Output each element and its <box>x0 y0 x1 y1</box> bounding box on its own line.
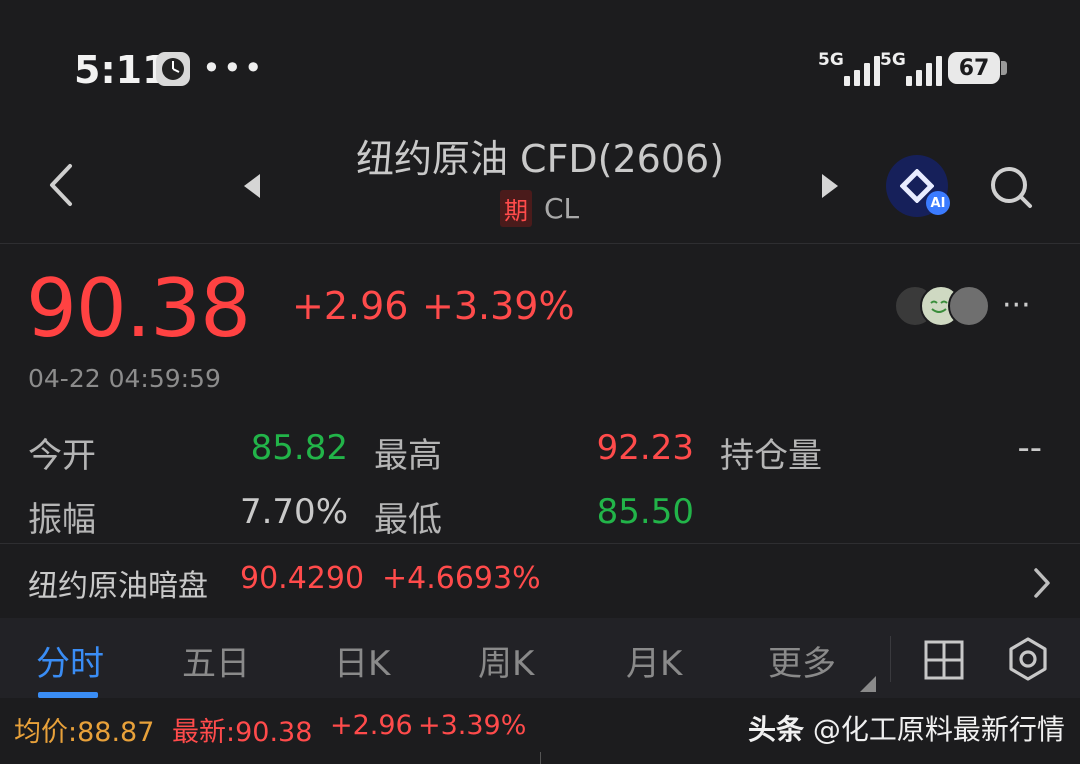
latest-price: 最新:90.38 <box>172 717 313 748</box>
signal-5g-1-icon: 5G <box>818 50 880 86</box>
dark-pool-value: 90.4290 <box>240 561 365 596</box>
layout-grid-button[interactable] <box>924 640 964 680</box>
average-price: 均价:88.87 <box>14 717 155 748</box>
chart-settings-button[interactable] <box>1005 636 1051 682</box>
tab-daily-k[interactable]: 日K <box>334 636 390 685</box>
stat-value-high: 92.23 <box>596 428 694 468</box>
ai-assistant-button[interactable]: AI <box>886 155 950 217</box>
watermark: 头条 @化工原料最新行情 <box>748 708 1065 748</box>
instrument-code: CL <box>544 192 580 225</box>
stat-label-low: 最低 <box>374 500 442 540</box>
dark-pool-label[interactable]: 纽约原油暗盘 <box>28 561 208 605</box>
price-change: +2.96 <box>292 284 409 328</box>
chart-tab-bar <box>0 618 1080 698</box>
signal-5g-2-icon: 5G <box>880 50 942 86</box>
stat-label-high: 最高 <box>374 436 442 476</box>
instrument-title: 纽约原油 CFD(2606) <box>355 137 725 181</box>
stat-value-low: 85.50 <box>596 492 694 532</box>
battery-tip <box>1001 61 1007 75</box>
clock-app-icon <box>156 52 190 86</box>
futures-tag: 期 <box>500 190 532 227</box>
avatar <box>948 285 990 327</box>
price-change-percent: +3.39% <box>422 284 575 328</box>
tab-separator <box>890 636 891 682</box>
dark-pool-change-percent: +4.6693% <box>382 561 541 596</box>
chevron-right-icon[interactable] <box>1030 566 1054 600</box>
more-dropdown-corner-icon <box>860 676 876 692</box>
watermark-text: @化工原料最新行情 <box>804 713 1065 746</box>
chart-midline <box>540 752 541 764</box>
network-label-2: 5G <box>880 50 906 70</box>
discussion-avatars[interactable] <box>894 285 990 327</box>
last-price: 90.38 <box>26 262 251 355</box>
active-tab-indicator <box>38 692 98 698</box>
back-button[interactable] <box>42 160 82 210</box>
status-time: 5:11 <box>74 48 169 92</box>
stat-value-amplitude: 7.70% <box>239 492 348 532</box>
tab-intraday[interactable]: 分时 <box>36 636 104 685</box>
watermark-prefix: 头条 <box>748 713 805 746</box>
tab-five-day[interactable]: 五日 <box>182 636 250 685</box>
stat-label-amplitude: 振幅 <box>28 500 96 540</box>
stat-label-open-interest: 持仓量 <box>720 436 822 476</box>
header-divider <box>0 243 1080 244</box>
ai-badge: AI <box>926 191 950 215</box>
bottom-change: +2.96 <box>330 710 413 741</box>
network-label-1: 5G <box>818 50 844 70</box>
stat-value-open: 85.82 <box>250 428 348 468</box>
stats-divider <box>0 543 1080 544</box>
tab-weekly-k[interactable]: 周K <box>478 636 534 685</box>
quote-timestamp: 04-22 04:59:59 <box>28 364 221 393</box>
instrument-subtitle: 期 CL <box>500 190 579 227</box>
battery-icon: 67 <box>948 52 1000 84</box>
settings-hexagon-icon <box>1009 637 1047 681</box>
next-instrument-button[interactable] <box>818 172 842 200</box>
bottom-change-percent: +3.39% <box>418 710 527 741</box>
status-more-icon: ••• <box>202 49 265 87</box>
tab-monthly-k[interactable]: 月K <box>626 636 682 685</box>
stat-label-open: 今开 <box>28 436 96 476</box>
search-icon <box>991 167 1032 208</box>
grid-icon <box>924 640 964 680</box>
tab-more[interactable]: 更多 <box>768 636 836 685</box>
more-options-icon[interactable]: ··· <box>1002 288 1031 323</box>
search-button[interactable] <box>988 164 1034 210</box>
stat-value-open-interest: -- <box>1017 428 1042 468</box>
